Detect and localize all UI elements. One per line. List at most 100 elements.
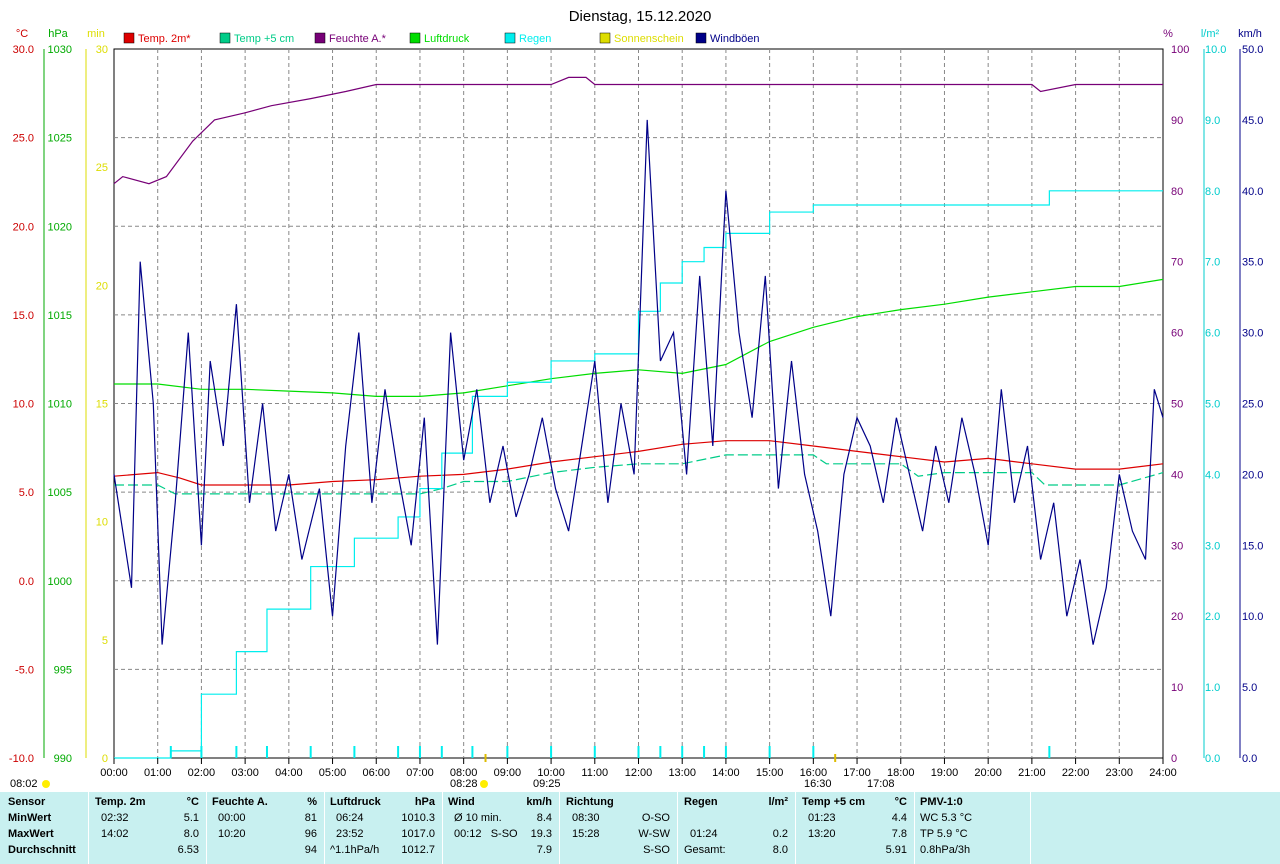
luftdruck-max-time: 23:52	[336, 828, 364, 840]
wind-axis-tick-4: 30.0	[1242, 328, 1263, 340]
x-tick-label-7: 07:00	[406, 767, 434, 779]
wind-axis-tick-8: 10.0	[1242, 611, 1263, 623]
pressure-axis-tick-3: 1015	[48, 310, 72, 322]
pmv-tp: TP 5.9 °C	[920, 828, 968, 840]
regen-unit: l/m²	[768, 796, 788, 808]
wind-axis-tick-0: 50.0	[1242, 44, 1263, 56]
wind-header: Wind	[448, 796, 475, 808]
temp-axis-tick-3: 15.0	[13, 310, 34, 322]
temp-axis-tick-0: 30.0	[13, 44, 34, 56]
sunrise-label: 08:02	[10, 778, 38, 790]
temp-axis-tick-5: 5.0	[19, 487, 34, 499]
wind-axis-tick-9: 5.0	[1242, 682, 1257, 694]
temp-axis-tick-8: -10.0	[9, 753, 34, 765]
feuchte-header: Feuchte A.	[212, 796, 268, 808]
richtung-min-val: O-SO	[641, 812, 670, 824]
temp2m-max-time: 14:02	[101, 828, 129, 840]
legend-label-6: Windböen	[710, 33, 760, 45]
stats-row-min: MinWert	[8, 812, 52, 824]
pressure-axis-tick-1: 1025	[48, 133, 72, 145]
pressure-axis-tick-6: 1000	[48, 576, 72, 588]
wind-max-time: 00:12 S-SO	[454, 828, 518, 840]
temp-axis-tick-1: 25.0	[13, 133, 34, 145]
chart-title: Dienstag, 15.12.2020	[569, 8, 712, 25]
sun-axis-tick-3: 15	[96, 399, 108, 411]
sun-icon	[42, 780, 50, 788]
x-tick-label-4: 04:00	[275, 767, 303, 779]
rain-unit-label: l/m²	[1201, 28, 1220, 40]
wind-axis-tick-6: 20.0	[1242, 469, 1263, 481]
chart-series	[113, 76, 1164, 759]
humidity-axis-tick-6: 40	[1171, 469, 1183, 481]
stats-panel: Sensor MinWert MaxWert Durchschnitt Temp…	[0, 792, 1280, 864]
feuchte-unit: %	[307, 796, 317, 808]
temp5cm-min-val: 4.4	[891, 812, 907, 824]
rain-axis-tick-8: 2.0	[1205, 611, 1220, 623]
richtung-header: Richtung	[566, 796, 614, 808]
rain-axis-tick-7: 3.0	[1205, 540, 1220, 552]
stats-row-max: MaxWert	[8, 828, 54, 840]
legend-label-3: Luftdruck	[424, 33, 470, 45]
legend-label-5: Sonnenschein	[614, 33, 684, 45]
stats-col-temp5cm: Temp +5 cm °C 01:23 4.4 13:20 7.8 5.91	[802, 796, 907, 862]
wind-unit: km/h	[526, 796, 552, 808]
temp-axis-tick-7: -5.0	[15, 664, 34, 676]
pressure-axis-tick-2: 1020	[48, 221, 72, 233]
temp2m-min-time: 02:32	[101, 812, 129, 824]
stats-row-avg: Durchschnitt	[8, 844, 76, 856]
x-tick-label-24: 24:00	[1149, 767, 1177, 779]
wind-axis-tick-3: 35.0	[1242, 257, 1263, 269]
legend-swatch-1	[219, 32, 231, 44]
sun-axis-tick-0: 30	[96, 44, 108, 56]
sun-unit-label: min	[87, 28, 105, 40]
pressure-axis-tick-7: 995	[54, 664, 72, 676]
stats-sensor-header: Sensor	[8, 796, 46, 808]
stats-col-richtung: Richtung 08:30 O-SO 15:28 W-SW S-SO	[566, 796, 670, 862]
humidity-axis-tick-3: 70	[1171, 257, 1183, 269]
sun-icon-2	[480, 780, 488, 788]
luftdruck-header: Luftdruck	[330, 796, 381, 808]
luftdruck-unit: hPa	[414, 796, 435, 808]
humidity-axis-tick-7: 30	[1171, 540, 1183, 552]
rain-axis-tick-5: 5.0	[1205, 399, 1220, 411]
x-tick-label-23: 23:00	[1106, 767, 1134, 779]
stats-col-feuchte: Feuchte A.% 00:00 81 10:20 96 94	[212, 796, 317, 862]
wind-axis-tick-2: 40.0	[1242, 186, 1263, 198]
sun-events: 08:02 08:28 09:25 16:30 17:08	[10, 778, 895, 790]
stats-col-luftdruck: Luftdruck hPa 06:24 1010.3 23:52 1017.0 ^1.…	[330, 796, 435, 862]
pmv-wc: WC 5.3 °C	[920, 812, 973, 824]
x-tick-label-9: 09:00	[494, 767, 522, 779]
wind-axis-tick-10: 0.0	[1242, 753, 1257, 765]
humidity-axis-tick-4: 60	[1171, 328, 1183, 340]
humidity-axis-tick-5: 50	[1171, 399, 1183, 411]
temp5cm-header: Temp +5 cm	[802, 796, 866, 808]
feuchte-avg-val: 94	[304, 844, 317, 856]
temp2m-header: Temp. 2m	[95, 796, 146, 808]
x-tick-label-21: 21:00	[1018, 767, 1046, 779]
wind-avg10-label: Ø 10 min.	[454, 812, 502, 824]
legend-swatch-5	[599, 32, 611, 44]
sun-axis-tick-1: 25	[96, 162, 108, 174]
legend-label-0: Temp. 2m*	[138, 33, 191, 45]
richtung-max-val: W-SW	[638, 828, 670, 840]
luftdruck-trend: ^1.1hPa/h	[330, 844, 380, 856]
temp2m-unit: °C	[186, 796, 199, 808]
x-tick-label-22: 22:00	[1062, 767, 1090, 779]
legend-swatch-3	[409, 32, 421, 44]
temp5cm-avg-val: 5.91	[885, 844, 907, 856]
x-tick-label-5: 05:00	[319, 767, 347, 779]
sun-axis-tick-2: 20	[96, 280, 108, 292]
temp5cm-max-time: 13:20	[808, 828, 836, 840]
pressure-axis-tick-4: 1010	[48, 399, 72, 411]
temp5cm-max-val: 7.8	[891, 828, 907, 840]
stats-col-wind: Wind km/h Ø 10 min. 8.4 00:12 S-SO 19.3 7.9	[448, 796, 552, 862]
regen-total-label: Gesamt:	[684, 844, 726, 856]
legend-swatch-2	[314, 32, 326, 44]
stats-col-pmv: PMV-1:0 WC 5.3 °C TP 5.9 °C 0.8hPa/3h	[920, 796, 1020, 862]
legend-label-1: Temp +5 cm	[234, 33, 294, 45]
wind-avg10-val: 8.4	[536, 812, 552, 824]
wind-axis-tick-7: 15.0	[1242, 540, 1263, 552]
x-tick-label-6: 06:00	[362, 767, 390, 779]
x-tick-label-0: 00:00	[100, 767, 128, 779]
regen-max-val: 0.2	[772, 828, 788, 840]
